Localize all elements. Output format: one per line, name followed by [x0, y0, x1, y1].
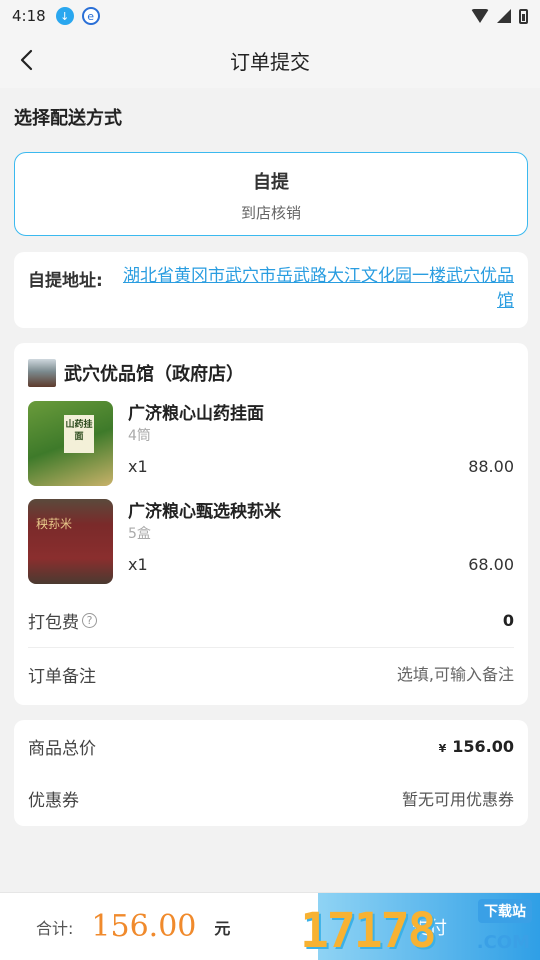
- summary-card: 商品总价 ¥156.00 优惠券 暂无可用优惠券: [14, 720, 528, 826]
- pay-button[interactable]: 支付: [318, 893, 540, 960]
- total-unit: 元: [214, 918, 231, 938]
- goods-total-label: 商品总价: [28, 738, 96, 759]
- product-spec: 4筒: [128, 428, 151, 444]
- total-label: 合计:: [36, 918, 74, 938]
- goods-total-value-wrap: ¥156.00: [439, 737, 514, 756]
- shop-avatar: [28, 359, 56, 387]
- goods-total-row: 商品总价 ¥156.00: [28, 720, 514, 772]
- delivery-section-label: 选择配送方式: [14, 108, 122, 129]
- delivery-option-pickup[interactable]: 自提 到店核销: [14, 152, 528, 236]
- order-remark-input[interactable]: [314, 665, 514, 684]
- help-icon[interactable]: ?: [82, 612, 97, 628]
- shop-card: 武穴优品馆（政府店） 山药挂面 广济粮心山药挂面 4筒 x1 88.00 秧荪米…: [14, 343, 528, 705]
- packing-fee-value: 0: [502, 610, 514, 630]
- total-amount: 156.00: [91, 909, 197, 944]
- packing-fee-text: 打包费: [28, 612, 79, 633]
- product-price: 68.00: [468, 555, 514, 574]
- pickup-address-link[interactable]: 湖北省黄冈市武穴市岳武路大江文化园一楼武穴优品馆: [123, 264, 514, 316]
- pickup-address-label: 自提地址:: [28, 271, 103, 291]
- product-thumbnail-text: 山药挂面: [64, 415, 94, 453]
- order-item: 山药挂面 广济粮心山药挂面 4筒 x1 88.00: [28, 397, 514, 495]
- delivery-option-subtitle: 到店核销: [240, 204, 301, 222]
- delivery-option-title: 自提: [253, 172, 289, 193]
- order-remark-label: 订单备注: [28, 667, 96, 687]
- battery-icon: [519, 8, 528, 24]
- pay-button-label: 支付: [411, 918, 447, 939]
- order-remark-row: 订单备注: [28, 647, 514, 701]
- back-arrow-icon: [20, 49, 33, 71]
- back-button[interactable]: [14, 46, 42, 74]
- coupon-value: 暂无可用优惠券: [401, 790, 514, 809]
- product-thumbnail-text: 秧荪米: [36, 517, 73, 531]
- product-quantity: x1: [128, 555, 148, 574]
- status-time: 4:18: [12, 7, 46, 25]
- packing-fee-label: 打包费 ?: [28, 608, 97, 633]
- goods-total-value: 156.00: [452, 736, 514, 756]
- checkout-bar: 合计: 156.00 元 支付 17178 下载站 .COM: [0, 892, 540, 960]
- browser-icon: e: [81, 7, 100, 25]
- product-spec: 5盒: [128, 526, 151, 542]
- order-item: 秧荪米 广济粮心甄选秧荪米 5盒 x1 68.00: [28, 495, 514, 593]
- product-price: 88.00: [468, 457, 514, 476]
- product-quantity: x1: [128, 457, 148, 476]
- shop-header: 武穴优品馆（政府店）: [28, 349, 514, 397]
- coupon-label: 优惠券: [28, 790, 79, 811]
- pickup-address-card: 自提地址: 湖北省黄冈市武穴市岳武路大江文化园一楼武穴优品馆: [14, 252, 528, 328]
- packing-fee-row: 打包费 ? 0: [28, 593, 514, 647]
- status-bar: 4:18 ↓ e: [0, 0, 540, 32]
- signal-icon: [497, 9, 511, 23]
- coupon-row[interactable]: 优惠券 暂无可用优惠券: [28, 772, 514, 824]
- status-right: [471, 8, 528, 24]
- product-name: 广济粮心甄选秧荪米: [128, 502, 281, 522]
- nav-bar: 订单提交: [0, 32, 540, 88]
- currency-symbol: ¥: [438, 741, 447, 755]
- product-thumbnail: 秧荪米: [28, 499, 113, 584]
- product-name: 广济粮心山药挂面: [128, 404, 264, 424]
- shop-name: 武穴优品馆（政府店）: [64, 364, 244, 385]
- wifi-icon: [471, 9, 489, 23]
- download-icon: ↓: [55, 7, 74, 25]
- product-thumbnail: 山药挂面: [28, 401, 113, 486]
- page-title: 订单提交: [230, 49, 310, 74]
